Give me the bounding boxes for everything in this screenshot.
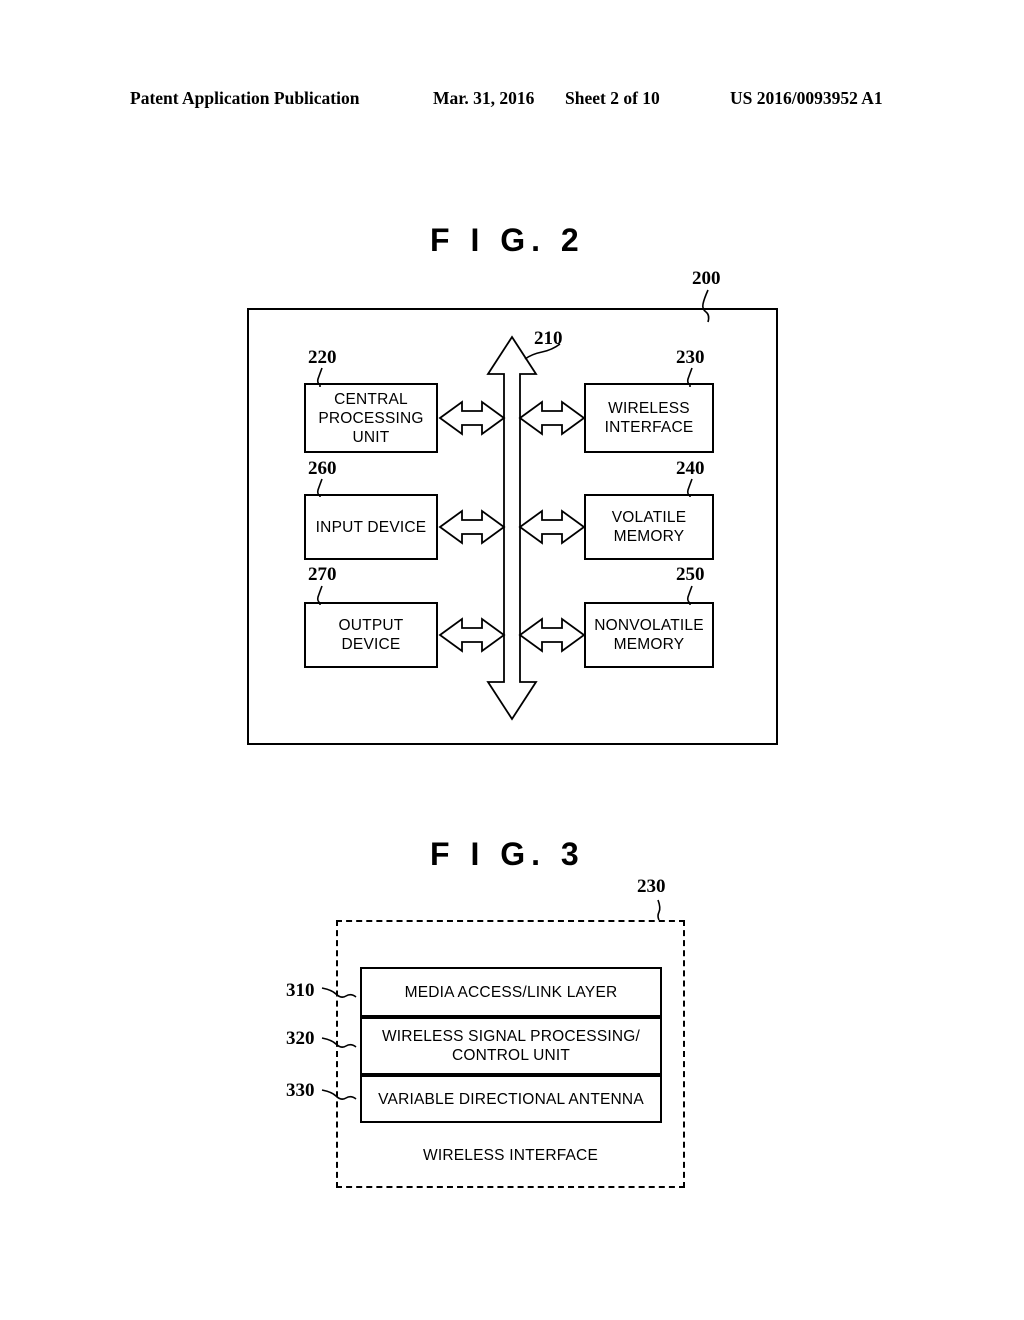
block-nonvolatile-memory: NONVOLATILE MEMORY xyxy=(584,602,714,668)
figure-3-title: F I G. 3 xyxy=(430,836,585,872)
layer-media-access-link: MEDIA ACCESS/LINK LAYER xyxy=(360,967,662,1017)
ref-230-figure3: 230 xyxy=(637,876,666,897)
ref-270: 270 xyxy=(308,564,337,585)
leader-230-figure3 xyxy=(657,899,661,921)
ref-330: 330 xyxy=(286,1080,315,1101)
block-wireless-interface: WIRELESS INTERFACE xyxy=(584,383,714,453)
header-publication: Patent Application Publication xyxy=(130,88,360,108)
block-input-device: INPUT DEVICE xyxy=(304,494,438,560)
header-date: Mar. 31, 2016 xyxy=(433,88,535,108)
ref-320: 320 xyxy=(286,1028,315,1049)
header-doc-number: US 2016/0093952 A1 xyxy=(730,88,883,108)
ref-230-wireless: 230 xyxy=(676,347,705,368)
figure-3-caption: WIRELESS INTERFACE xyxy=(423,1147,598,1164)
ref-240: 240 xyxy=(676,458,705,479)
page-header: Patent Application Publication Mar. 31, … xyxy=(130,88,894,112)
block-volatile-memory: VOLATILE MEMORY xyxy=(584,494,714,560)
figure-2-title: F I G. 2 xyxy=(430,222,585,258)
ref-310: 310 xyxy=(286,980,315,1001)
header-sheet: Sheet 2 of 10 xyxy=(565,88,660,108)
ref-250: 250 xyxy=(676,564,705,585)
ref-260: 260 xyxy=(308,458,337,479)
block-output-device: OUTPUT DEVICE xyxy=(304,602,438,668)
layer-wireless-signal-processing: WIRELESS SIGNAL PROCESSING/ CONTROL UNIT xyxy=(360,1017,662,1075)
ref-210-bus: 210 xyxy=(534,328,563,349)
ref-220: 220 xyxy=(308,347,337,368)
ref-200: 200 xyxy=(692,268,721,289)
layer-variable-directional-antenna: VARIABLE DIRECTIONAL ANTENNA xyxy=(360,1075,662,1123)
block-central-processing-unit: CENTRAL PROCESSING UNIT xyxy=(304,383,438,453)
